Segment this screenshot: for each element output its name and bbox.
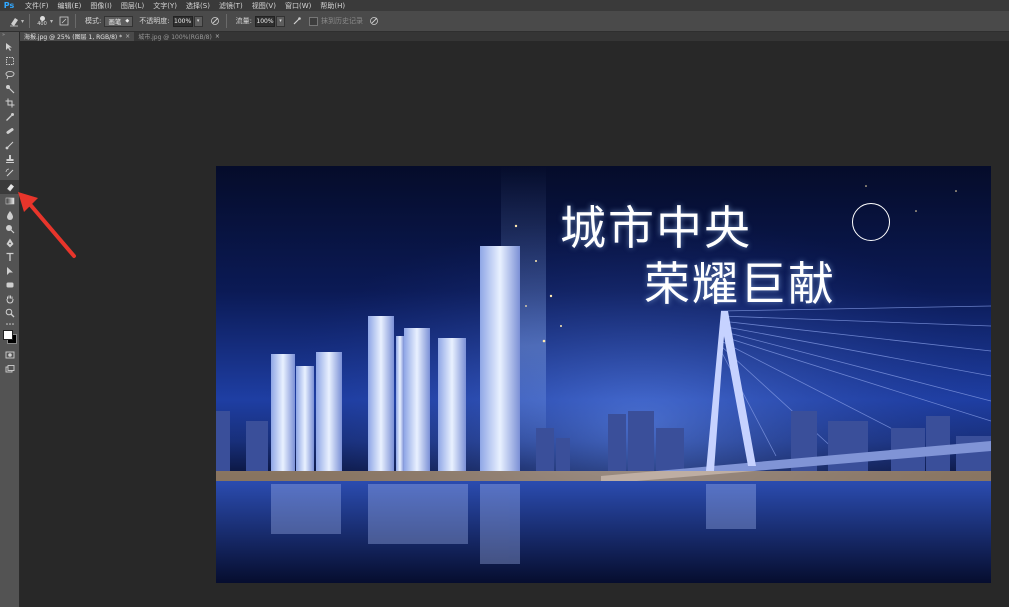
flow-input[interactable]: 100% [254,15,275,27]
menu-filter[interactable]: 滤镜(T) [219,1,243,11]
brush-size-value: 400 [37,20,47,27]
menu-bar: Ps 文件(F) 编辑(E) 图像(I) 图层(L) 文字(Y) 选择(S) 滤… [0,0,1009,11]
mode-caret-icon: ◆ [125,18,130,24]
airbrush-icon[interactable] [291,15,303,27]
flow-slider-button[interactable]: ▾ [275,15,285,27]
tab-document-poster[interactable]: 海报.jpg @ 25% (图层 1, RGB/8) * × [20,32,135,41]
pressure-opacity-icon[interactable] [209,15,221,27]
tool-preset-caret-icon[interactable]: ▾ [21,18,24,25]
hand-tool-icon[interactable] [0,292,19,306]
clone-stamp-tool-icon[interactable] [0,152,19,166]
opacity-slider-button[interactable]: ▾ [193,15,203,27]
tab-label: 海报.jpg @ 25% (图层 1, RGB/8) * [24,34,123,41]
toolbar-collapse-button[interactable]: » [0,32,19,40]
screen-mode-icon[interactable] [0,362,19,376]
path-select-tool-icon[interactable] [0,264,19,278]
erase-to-history-label: 抹到历史记录 [320,17,363,25]
eraser-tool-preset-icon[interactable] [8,15,20,27]
flow-label: 流量: [235,17,252,25]
history-brush-tool-icon[interactable] [0,166,19,180]
quick-select-tool-icon[interactable] [0,82,19,96]
shape-tool-icon[interactable] [0,278,19,292]
eyedropper-tool-icon[interactable] [0,110,19,124]
close-icon[interactable]: × [215,33,220,40]
brush-picker-caret-icon[interactable]: ▾ [50,18,53,25]
menu-type[interactable]: 文字(Y) [153,1,177,11]
menu-layer[interactable]: 图层(L) [121,1,144,11]
menu-select[interactable]: 选择(S) [186,1,210,11]
brush-tool-icon[interactable] [0,138,19,152]
tab-document-city[interactable]: 城市.jpg @ 100%(RGB/8) × [134,32,224,41]
mode-label: 模式: [85,17,102,25]
move-tool-icon[interactable] [0,40,19,54]
erase-to-history-checkbox[interactable] [308,16,318,26]
options-bar: ▾ 400 ▾ 模式: 画笔 ◆ 不透明度: 100% ▾ 流量: 100% ▾… [0,11,1009,32]
marquee-tool-icon[interactable] [0,54,19,68]
color-swatches[interactable] [0,328,19,348]
brush-size-picker[interactable]: 400 [35,14,49,28]
document-tab-bar: 海报.jpg @ 25% (图层 1, RGB/8) * × 城市.jpg @ … [20,32,1009,41]
menu-view[interactable]: 视图(V) [252,1,276,11]
brush-panel-toggle-icon[interactable] [58,15,70,27]
pressure-size-icon[interactable] [368,15,380,27]
menu-window[interactable]: 窗口(W) [285,1,311,11]
tab-label: 城市.jpg @ 100%(RGB/8) [138,34,212,41]
mode-dropdown[interactable]: 画笔 ◆ [104,15,134,27]
healing-brush-tool-icon[interactable] [0,124,19,138]
tools-panel: » [0,32,20,607]
eraser-brush-cursor [852,203,890,241]
menu-edit[interactable]: 编辑(E) [58,1,82,11]
close-icon[interactable]: × [125,33,130,40]
red-arrow-annotation-icon [18,192,76,258]
menu-help[interactable]: 帮助(H) [320,1,345,11]
menu-image[interactable]: 图像(I) [90,1,112,11]
opacity-input[interactable]: 100% [172,15,193,27]
divider [75,14,77,28]
crop-tool-icon[interactable] [0,96,19,110]
quick-mask-icon[interactable] [0,348,19,362]
divider [29,14,31,28]
document-canvas[interactable]: 城市中央 荣耀巨献 [216,166,991,583]
zoom-tool-icon[interactable] [0,306,19,320]
lasso-tool-icon[interactable] [0,68,19,82]
divider [225,14,227,28]
more-tools-icon[interactable] [0,320,19,328]
menu-file[interactable]: 文件(F) [25,1,49,11]
foreground-color-swatch[interactable] [3,330,13,340]
opacity-label: 不透明度: [139,17,170,25]
photoshop-logo: Ps [3,1,15,10]
mode-value: 画笔 [108,18,122,26]
headline-glory: 荣耀巨献 [644,257,836,311]
